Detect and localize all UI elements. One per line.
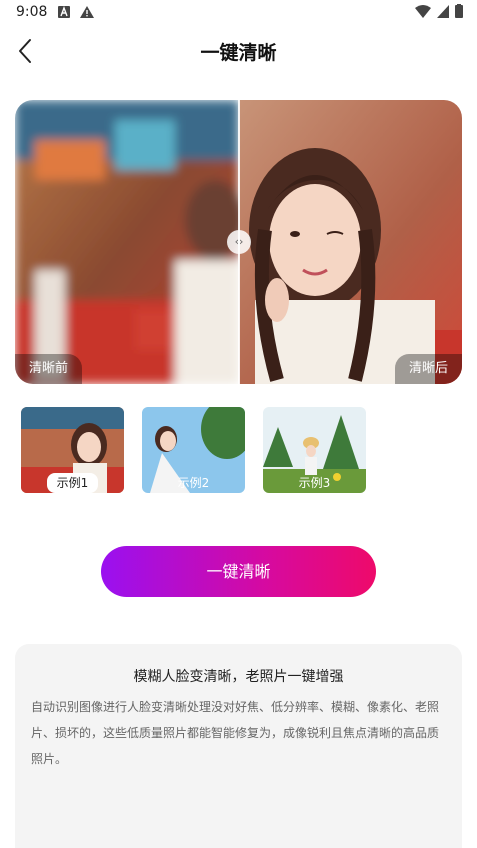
after-label: 清晰后 (394, 354, 462, 384)
sample-label-3: 示例3 (298, 476, 331, 490)
signal-icon (437, 4, 449, 18)
description-card: 模糊人脸变清晰，老照片一键增强 自动识别图像进行人脸变清晰处理没对好焦、低分辨率… (15, 644, 462, 848)
sample-thumbnail-3[interactable]: 示例3 (263, 407, 366, 493)
sample-label-2: 示例2 (177, 476, 210, 490)
before-label: 清晰前 (15, 354, 83, 384)
description-title: 模糊人脸变清晰，老照片一键增强 (133, 669, 344, 685)
notification-a-icon (58, 6, 70, 18)
sample-label-1: 示例1 (21, 473, 124, 493)
page-title: 一键清晰 (200, 42, 277, 64)
battery-icon (455, 4, 463, 18)
header: 一键清晰 (0, 26, 477, 76)
status-bar: 9:08 (0, 0, 477, 26)
description-body: 自动识别图像进行人脸变清晰处理没对好焦、低分辨率、模糊、像素化、老照片、损坏的，… (31, 700, 440, 766)
comparison-slider-handle[interactable]: ‹› (227, 230, 251, 254)
status-time: 9:08 (16, 4, 48, 20)
before-after-comparison[interactable]: ‹› 清晰前 清晰后 (15, 100, 462, 384)
wifi-icon (415, 4, 431, 18)
enhance-button[interactable]: 一键清晰 (101, 546, 376, 597)
sample-thumbnail-1[interactable]: 示例1 (21, 407, 124, 493)
sample-thumbnail-2[interactable]: 示例2 (142, 407, 245, 493)
warning-icon (80, 6, 94, 18)
